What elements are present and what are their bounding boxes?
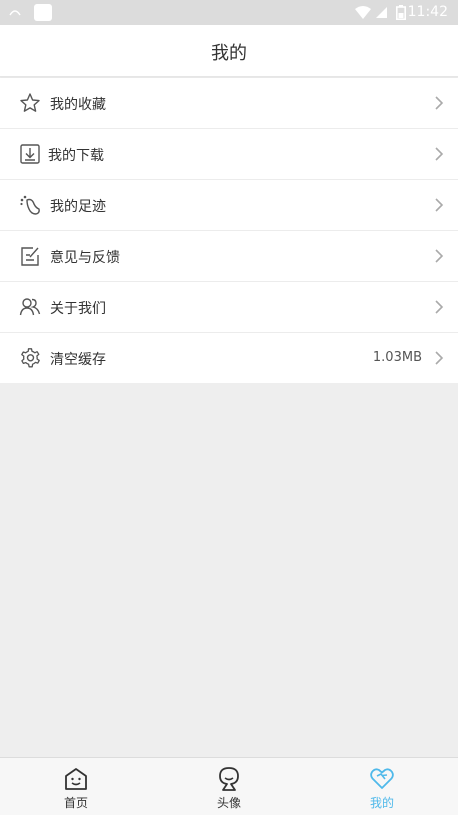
- menu-item-about-us[interactable]: 关于我们: [0, 282, 458, 333]
- menu-item-label: 清空缓存: [50, 352, 106, 368]
- menu-item-clear-cache[interactable]: 清空缓存 1.03MB: [0, 333, 458, 383]
- page-title: 我的: [211, 43, 247, 64]
- chevron-right-icon: [435, 96, 444, 110]
- menu-list: 我的收藏 我的下载 我的足迹 意见与反馈 关于我们 清空缓存 1.03MB: [0, 78, 458, 383]
- screen: 11:42 我的 我的收藏 我的下载 我的足迹 意见与反馈 关于我们 清空缓存 …: [0, 0, 458, 815]
- footprint-icon: [20, 195, 40, 215]
- heart-icon: [370, 768, 394, 789]
- chevron-right-icon: [435, 249, 444, 263]
- wifi-icon: [355, 6, 371, 19]
- status-bar: 11:42: [0, 0, 458, 25]
- menu-item-feedback[interactable]: 意见与反馈: [0, 231, 458, 282]
- bottom-tab-bar: 首页 头像 我的: [0, 757, 458, 815]
- menu-item-favorites[interactable]: 我的收藏: [0, 78, 458, 129]
- status-time: 11:42: [407, 4, 448, 20]
- menu-item-label: 意见与反馈: [50, 250, 120, 266]
- feedback-icon: [21, 247, 39, 266]
- signal-icon: [376, 7, 387, 18]
- header: 我的: [0, 25, 458, 77]
- tab-home[interactable]: 首页: [0, 758, 152, 815]
- people-icon: [19, 298, 41, 316]
- menu-item-label: 我的足迹: [50, 199, 106, 215]
- star-icon: [20, 93, 40, 112]
- menu-item-label: 我的下载: [48, 148, 104, 164]
- tab-label: 首页: [63, 796, 88, 810]
- tab-mine[interactable]: 我的: [306, 758, 458, 815]
- notification-icon: [9, 10, 21, 16]
- chevron-right-icon: [435, 147, 444, 161]
- menu-item-label: 关于我们: [50, 301, 106, 317]
- menu-item-downloads[interactable]: 我的下载: [0, 129, 458, 180]
- chevron-right-icon: [435, 198, 444, 212]
- chevron-right-icon: [435, 300, 444, 314]
- menu-item-label: 我的收藏: [50, 97, 106, 113]
- cache-size-value: 1.03MB: [372, 350, 422, 365]
- app-notification-icon: [34, 4, 52, 21]
- tab-label: 头像: [216, 796, 241, 810]
- tab-label: 我的: [369, 796, 394, 810]
- battery-icon: [396, 5, 406, 20]
- tab-avatar[interactable]: 头像: [153, 758, 305, 815]
- download-icon: [20, 144, 40, 164]
- home-face-icon: [65, 768, 87, 790]
- gear-icon: [21, 348, 40, 368]
- avatar-icon: [219, 767, 239, 791]
- menu-item-footprints[interactable]: 我的足迹: [0, 180, 458, 231]
- chevron-right-icon: [435, 351, 444, 365]
